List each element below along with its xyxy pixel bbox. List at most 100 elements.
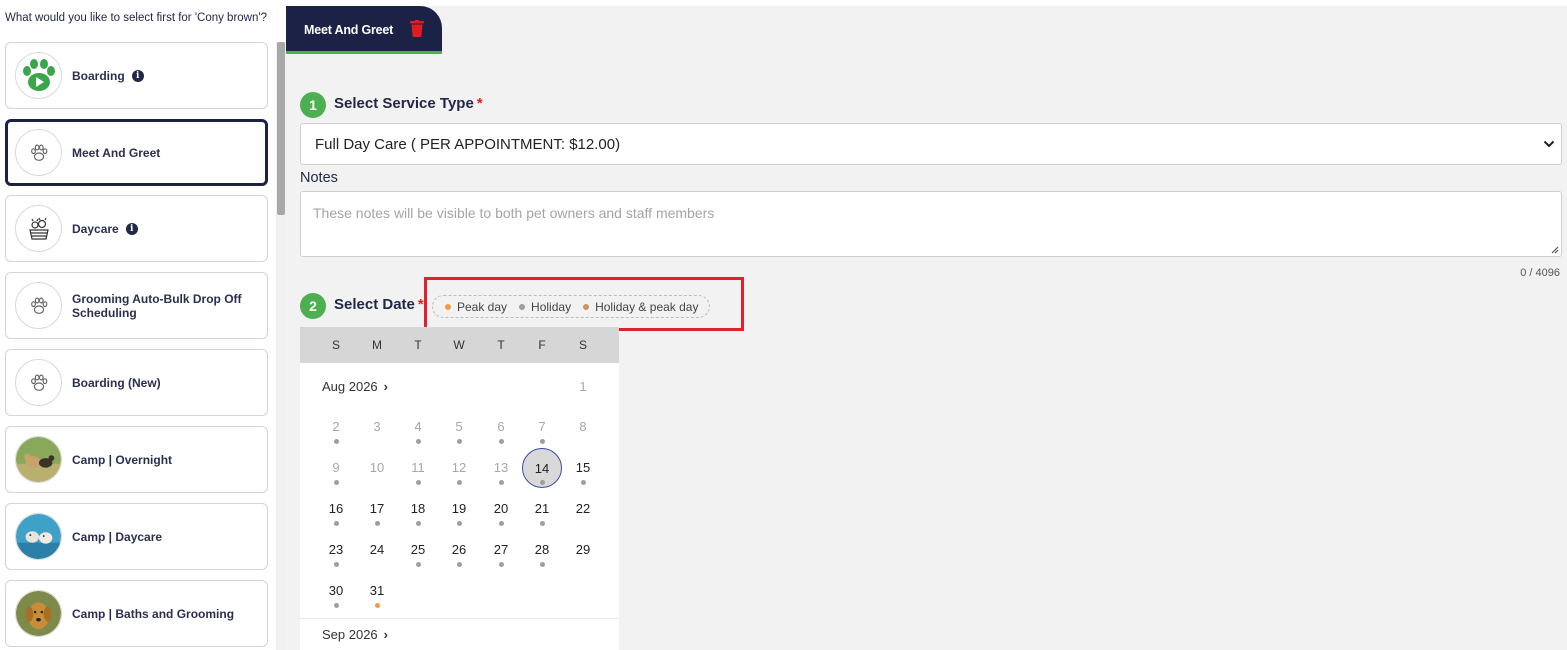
holiday-dot-icon — [333, 480, 339, 485]
chevron-right-icon: › — [383, 627, 389, 642]
calendar-day[interactable]: 17 — [362, 502, 392, 532]
scrollbar-thumb[interactable] — [277, 42, 285, 215]
calendar-day[interactable]: 16 — [321, 502, 351, 532]
booking-form-panel: Meet And Greet 1 Select Service Type * Fu… — [286, 6, 1567, 650]
date-calendar: SMTWTFS Aug 2026 › 1 2 3 4 5 6 7 8 9 10 11 12 13 14 15 1… — [300, 327, 619, 650]
service-card-label: Camp | Daycare — [72, 530, 162, 544]
calendar-day[interactable]: 4 — [403, 420, 433, 450]
calendar-day-number: 8 — [579, 419, 587, 434]
resize-handle-icon[interactable] — [1549, 244, 1559, 254]
service-card[interactable]: Camp | Baths and Grooming — [5, 580, 268, 647]
service-card-label: Boarding (New) — [72, 376, 161, 390]
info-icon[interactable]: i — [131, 70, 144, 83]
holiday-dot-icon — [333, 439, 339, 444]
calendar-day-number: 31 — [369, 583, 385, 598]
holiday-dot-icon — [333, 603, 339, 608]
calendar-day-number: 18 — [410, 501, 426, 516]
legend-label: Holiday — [531, 299, 572, 314]
required-asterisk: * — [417, 296, 424, 313]
calendar-day[interactable]: 18 — [403, 502, 433, 532]
step-2-title: Select Date * — [334, 296, 424, 313]
holiday-dot-icon — [580, 480, 586, 485]
chevron-right-icon: › — [383, 379, 389, 394]
holiday-dot-icon — [374, 521, 380, 526]
tab-active-indicator — [286, 51, 442, 54]
legend-item: Holiday & peak day — [583, 300, 698, 314]
weekday-label: T — [414, 338, 422, 352]
holiday-dot-icon — [456, 480, 462, 485]
holiday-dot-icon — [539, 521, 545, 526]
calendar-day[interactable]: 6 — [486, 420, 516, 450]
holiday-dot-icon — [539, 439, 545, 444]
calendar-day-today[interactable]: 14 — [522, 448, 562, 488]
notes-character-counter: 0 / 4096 — [1520, 267, 1560, 279]
calendar-day[interactable]: 8 — [568, 420, 598, 450]
month-label-text: Sep 2026 — [322, 627, 378, 642]
calendar-day[interactable]: 13 — [486, 461, 516, 491]
calendar-day-number: 27 — [493, 542, 509, 557]
calendar-day[interactable]: 27 — [486, 543, 516, 573]
calendar-day[interactable]: 9 — [321, 461, 351, 491]
calendar-day[interactable]: 23 — [321, 543, 351, 573]
service-card[interactable]: Boarding i — [5, 42, 268, 109]
calendar-day[interactable]: 3 — [362, 420, 392, 450]
calendar-day[interactable]: 10 — [362, 461, 392, 491]
calendar-day-number: 20 — [493, 501, 509, 516]
service-card-label: Boarding i — [72, 69, 144, 83]
service-card[interactable]: Boarding (New) — [5, 349, 268, 416]
weekday-label: M — [372, 338, 382, 352]
service-card-label: Camp | Overnight — [72, 453, 172, 467]
service-photo — [15, 590, 62, 637]
calendar-day[interactable]: 20 — [486, 502, 516, 532]
month-label-aug[interactable]: Aug 2026 › — [322, 379, 388, 394]
calendar-day[interactable]: 2 — [321, 420, 351, 450]
calendar-day[interactable]: 26 — [444, 543, 474, 573]
calendar-day-number: 7 — [538, 419, 546, 434]
legend-label: Peak day — [457, 299, 508, 314]
calendar-day[interactable]: 28 — [527, 543, 557, 573]
calendar-day[interactable]: 31 — [362, 584, 392, 614]
calendar-day[interactable]: 12 — [444, 461, 474, 491]
calendar-day[interactable]: 25 — [403, 543, 433, 573]
calendar-day-number: 12 — [451, 460, 467, 475]
service-type-select[interactable]: Full Day Care ( PER APPOINTMENT: $12.00) — [300, 123, 1562, 165]
trash-icon[interactable] — [410, 20, 424, 37]
month-label-sep[interactable]: Sep 2026 › — [322, 627, 388, 642]
legend-dot-icon — [583, 303, 590, 310]
calendar-day[interactable]: 24 — [362, 543, 392, 573]
service-card-label-text: Boarding — [72, 68, 125, 83]
notes-label: Notes — [300, 170, 338, 186]
service-card[interactable]: Camp | Daycare — [5, 503, 268, 570]
service-card[interactable]: Daycare i — [5, 195, 268, 262]
calendar-day[interactable]: 11 — [403, 461, 433, 491]
service-card[interactable]: Grooming Auto-Bulk Drop Off Scheduling — [5, 272, 268, 339]
service-card-label-text: Boarding (New) — [72, 375, 161, 390]
calendar-day[interactable]: 5 — [444, 420, 474, 450]
calendar-day[interactable]: 22 — [568, 502, 598, 532]
calendar-day[interactable]: 19 — [444, 502, 474, 532]
holiday-dot-icon — [415, 480, 421, 485]
calendar-day[interactable]: 7 — [527, 420, 557, 450]
required-asterisk: * — [476, 95, 483, 112]
service-card[interactable]: Meet And Greet — [5, 119, 268, 186]
step-1-title-text: Select Service Type — [334, 95, 474, 112]
info-icon[interactable]: i — [125, 223, 138, 236]
step-1-title: Select Service Type * — [334, 95, 483, 112]
calendar-day-number: 21 — [534, 501, 550, 516]
calendar-day[interactable]: 29 — [568, 543, 598, 573]
notes-placeholder: These notes will be visible to both pet … — [313, 205, 715, 221]
month-divider — [300, 618, 619, 619]
calendar-day[interactable]: 1 — [568, 380, 598, 410]
notes-textarea[interactable]: These notes will be visible to both pet … — [300, 191, 1562, 257]
tab-label: Meet And Greet — [304, 23, 394, 37]
tab-meet-and-greet[interactable]: Meet And Greet — [286, 6, 442, 54]
calendar-day[interactable]: 15 — [568, 461, 598, 491]
calendar-day-number: 23 — [328, 542, 344, 557]
calendar-day-number: 14 — [534, 461, 550, 476]
calendar-day-number: 22 — [575, 501, 591, 516]
service-card[interactable]: Camp | Overnight — [5, 426, 268, 493]
service-picker-panel: What would you like to select first for … — [0, 0, 286, 650]
calendar-day[interactable]: 30 — [321, 584, 351, 614]
calendar-day-number: 15 — [575, 460, 591, 475]
calendar-day[interactable]: 21 — [527, 502, 557, 532]
